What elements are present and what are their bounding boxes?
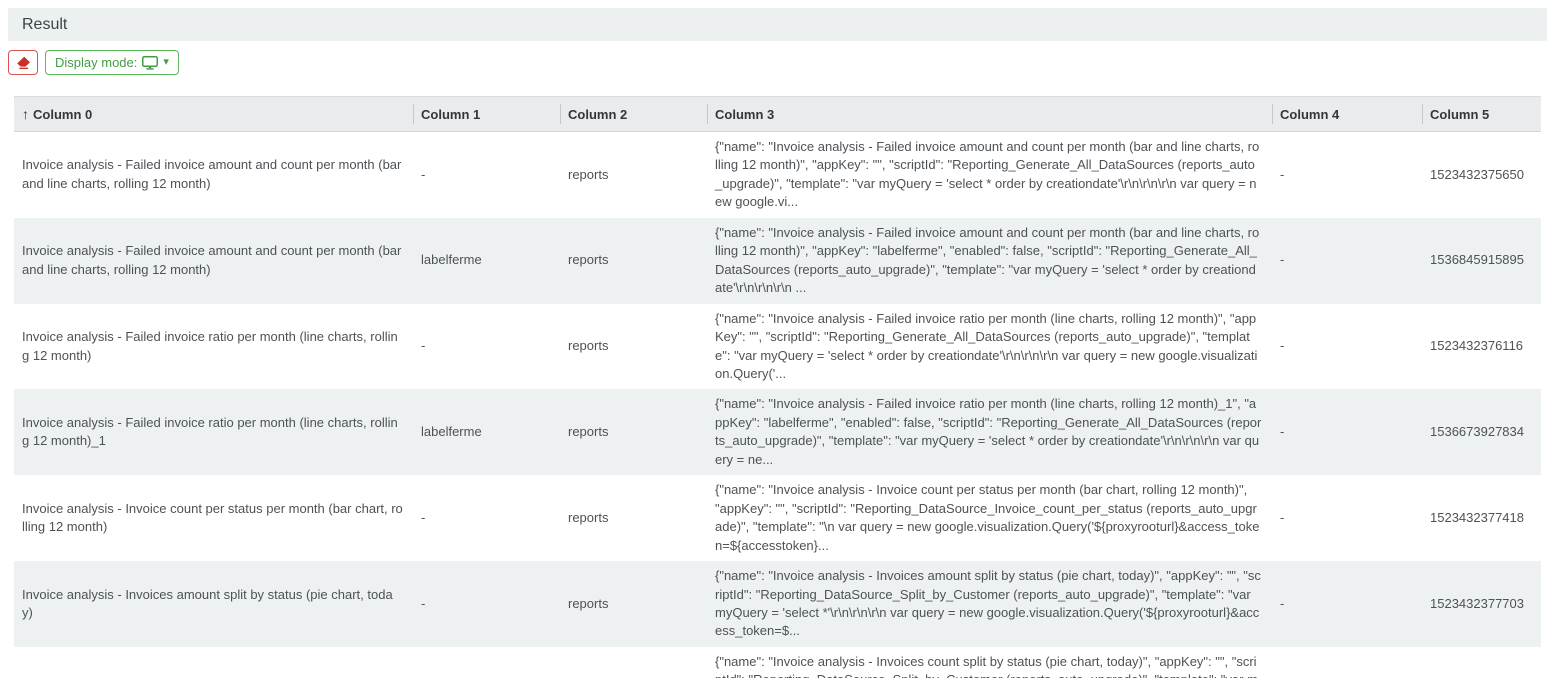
cell-column-4[interactable]: -: [1272, 503, 1422, 533]
chevron-down-icon: ▾: [163, 57, 169, 68]
cell-column-0[interactable]: Invoice analysis - Failed invoice ratio …: [14, 322, 413, 371]
display-mode-label: Display mode:: [55, 55, 137, 70]
cell-column-5[interactable]: 1523432375650: [1422, 160, 1541, 190]
column-header-label: Column 3: [715, 107, 774, 122]
column-header-3[interactable]: Column 3: [707, 97, 1272, 131]
cell-column-2[interactable]: reports: [560, 331, 707, 361]
cell-column-0[interactable]: Invoice analysis - Invoices amount split…: [14, 580, 413, 629]
column-header-2[interactable]: Column 2: [560, 97, 707, 131]
table-row: Invoice analysis - Invoices amount split…: [14, 561, 1541, 647]
cell-column-2[interactable]: reports: [560, 160, 707, 190]
column-header-label: Column 2: [568, 107, 627, 122]
table-row: Invoice analysis - Invoice count per sta…: [14, 475, 1541, 561]
cell-column-3[interactable]: {"name": "Invoice analysis - Invoices am…: [707, 561, 1272, 647]
cell-column-3[interactable]: {"name": "Invoice analysis - Failed invo…: [707, 132, 1272, 218]
cell-column-3[interactable]: {"name": "Invoice analysis - Failed invo…: [707, 304, 1272, 390]
table-row: Invoice analysis - Failed invoice ratio …: [14, 304, 1541, 390]
column-header-4[interactable]: Column 4: [1272, 97, 1422, 131]
column-header-label: Column 0: [33, 107, 92, 122]
table-row: Invoice analysis - Failed invoice ratio …: [14, 389, 1541, 475]
page-title: Result: [22, 16, 67, 34]
cell-column-0[interactable]: Invoice analysis - Failed invoice amount…: [14, 236, 413, 285]
clear-results-button[interactable]: [8, 50, 38, 75]
cell-column-4[interactable]: -: [1272, 675, 1422, 678]
cell-column-2[interactable]: reports: [560, 675, 707, 678]
column-header-label: Column 5: [1430, 107, 1489, 122]
cell-column-1[interactable]: -: [413, 589, 560, 619]
cell-column-1[interactable]: -: [413, 503, 560, 533]
column-header-1[interactable]: Column 1: [413, 97, 560, 131]
cell-column-2[interactable]: reports: [560, 503, 707, 533]
cell-column-5[interactable]: 1523432376116: [1422, 331, 1541, 361]
table-row: Invoice analysis - Failed invoice amount…: [14, 132, 1541, 218]
column-header-label: Column 4: [1280, 107, 1339, 122]
cell-column-5[interactable]: 1523432376905: [1422, 675, 1541, 678]
cell-column-3[interactable]: {"name": "Invoice analysis - Invoice cou…: [707, 475, 1272, 561]
result-panel-header: Result: [8, 8, 1547, 41]
cell-column-5[interactable]: 1536673927834: [1422, 417, 1541, 447]
column-header-label: Column 1: [421, 107, 480, 122]
cell-column-4[interactable]: -: [1272, 245, 1422, 275]
cell-column-0[interactable]: Invoice analysis - Failed invoice ratio …: [14, 408, 413, 457]
column-header-0[interactable]: ↑ Column 0: [14, 97, 413, 131]
cell-column-5[interactable]: 1536845915895: [1422, 245, 1541, 275]
cell-column-1[interactable]: -: [413, 331, 560, 361]
cell-column-0[interactable]: Invoice analysis - Invoices count split …: [14, 675, 413, 678]
table-row: Invoice analysis - Failed invoice amount…: [14, 218, 1541, 304]
cell-column-1[interactable]: labelferme: [413, 417, 560, 447]
cell-column-0[interactable]: Invoice analysis - Invoice count per sta…: [14, 494, 413, 543]
display-mode-button[interactable]: Display mode: ▾: [45, 50, 179, 75]
cell-column-4[interactable]: -: [1272, 160, 1422, 190]
cell-column-4[interactable]: -: [1272, 417, 1422, 447]
sort-ascending-icon: ↑: [22, 106, 29, 122]
cell-column-1[interactable]: labelferme: [413, 245, 560, 275]
results-table: ↑ Column 0 Column 1 Column 2 Column 3 Co…: [14, 96, 1541, 678]
cell-column-3[interactable]: {"name": "Invoice analysis - Failed invo…: [707, 389, 1272, 475]
cell-column-2[interactable]: reports: [560, 589, 707, 619]
monitor-icon: [142, 56, 158, 70]
cell-column-2[interactable]: reports: [560, 245, 707, 275]
table-row: Invoice analysis - Invoices count split …: [14, 647, 1541, 678]
cell-column-4[interactable]: -: [1272, 589, 1422, 619]
column-header-5[interactable]: Column 5: [1422, 97, 1541, 131]
cell-column-3[interactable]: {"name": "Invoice analysis - Invoices co…: [707, 647, 1272, 678]
cell-column-1[interactable]: -: [413, 675, 560, 678]
cell-column-1[interactable]: -: [413, 160, 560, 190]
cell-column-3[interactable]: {"name": "Invoice analysis - Failed invo…: [707, 218, 1272, 304]
toolbar: Display mode: ▾: [8, 50, 1547, 75]
table-body: Invoice analysis - Failed invoice amount…: [14, 132, 1541, 678]
cell-column-5[interactable]: 1523432377703: [1422, 589, 1541, 619]
cell-column-4[interactable]: -: [1272, 331, 1422, 361]
cell-column-2[interactable]: reports: [560, 417, 707, 447]
cell-column-0[interactable]: Invoice analysis - Failed invoice amount…: [14, 150, 413, 199]
table-header-row: ↑ Column 0 Column 1 Column 2 Column 3 Co…: [14, 96, 1541, 132]
cell-column-5[interactable]: 1523432377418: [1422, 503, 1541, 533]
eraser-icon: [16, 56, 31, 69]
